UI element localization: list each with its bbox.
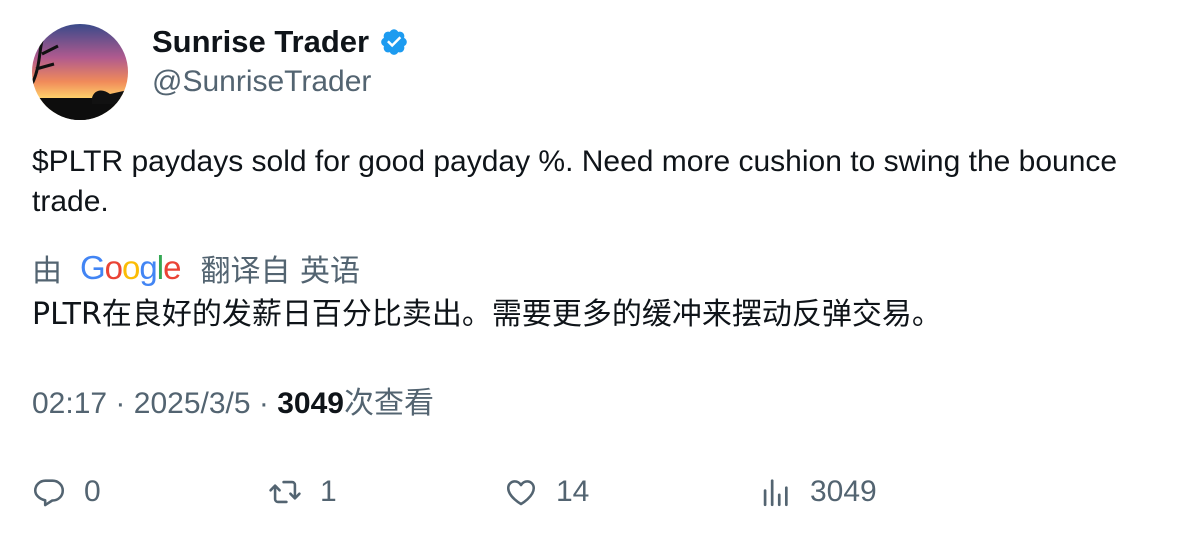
repost-count: 1 — [320, 475, 337, 508]
author-name[interactable]: Sunrise Trader — [152, 22, 369, 62]
tweet-date[interactable]: 2025/3/5 — [134, 387, 251, 420]
tweet-time[interactable]: 02:17 — [32, 387, 107, 420]
views-action-count: 3049 — [810, 475, 877, 508]
repost-button[interactable]: 1 — [268, 470, 337, 514]
avatar[interactable] — [32, 24, 128, 120]
reply-icon — [33, 479, 65, 507]
verified-badge-icon[interactable] — [379, 27, 409, 57]
views-count: 3049 — [277, 387, 344, 420]
translation-prefix: 由 — [32, 254, 62, 289]
views-icon — [763, 479, 788, 507]
reply-count: 0 — [84, 475, 101, 508]
avatar-image — [32, 24, 128, 120]
repost-icon — [269, 480, 301, 504]
like-button[interactable]: 14 — [504, 470, 589, 514]
translation-suffix: 翻译自 英语 — [200, 254, 360, 289]
meta-separator: · — [115, 387, 126, 420]
translation-attribution: 由 Google 翻译自 英语 — [32, 247, 360, 289]
tweet-text: $PLTR paydays sold for good payday %. Ne… — [32, 145, 1118, 218]
like-count: 14 — [556, 475, 590, 508]
like-icon — [506, 480, 536, 506]
views-label: 次查看 — [343, 386, 434, 421]
reply-button[interactable]: 0 — [32, 470, 101, 514]
meta-separator: · — [258, 387, 269, 420]
action-bar: 0 1 14 3049 — [32, 470, 1172, 514]
translated-text: PLTR在良好的发薪日百分比卖出。需要更多的缓冲来摆动反弹交易。 — [32, 297, 942, 332]
views-button[interactable]: 3049 — [758, 470, 877, 514]
google-logo: Google — [80, 249, 181, 286]
tweet-meta: 02:17 · 2025/3/5 · 3049次查看 — [32, 384, 434, 424]
author-handle[interactable]: @SunriseTrader — [152, 62, 371, 102]
author-name-row: Sunrise Trader — [152, 22, 409, 62]
